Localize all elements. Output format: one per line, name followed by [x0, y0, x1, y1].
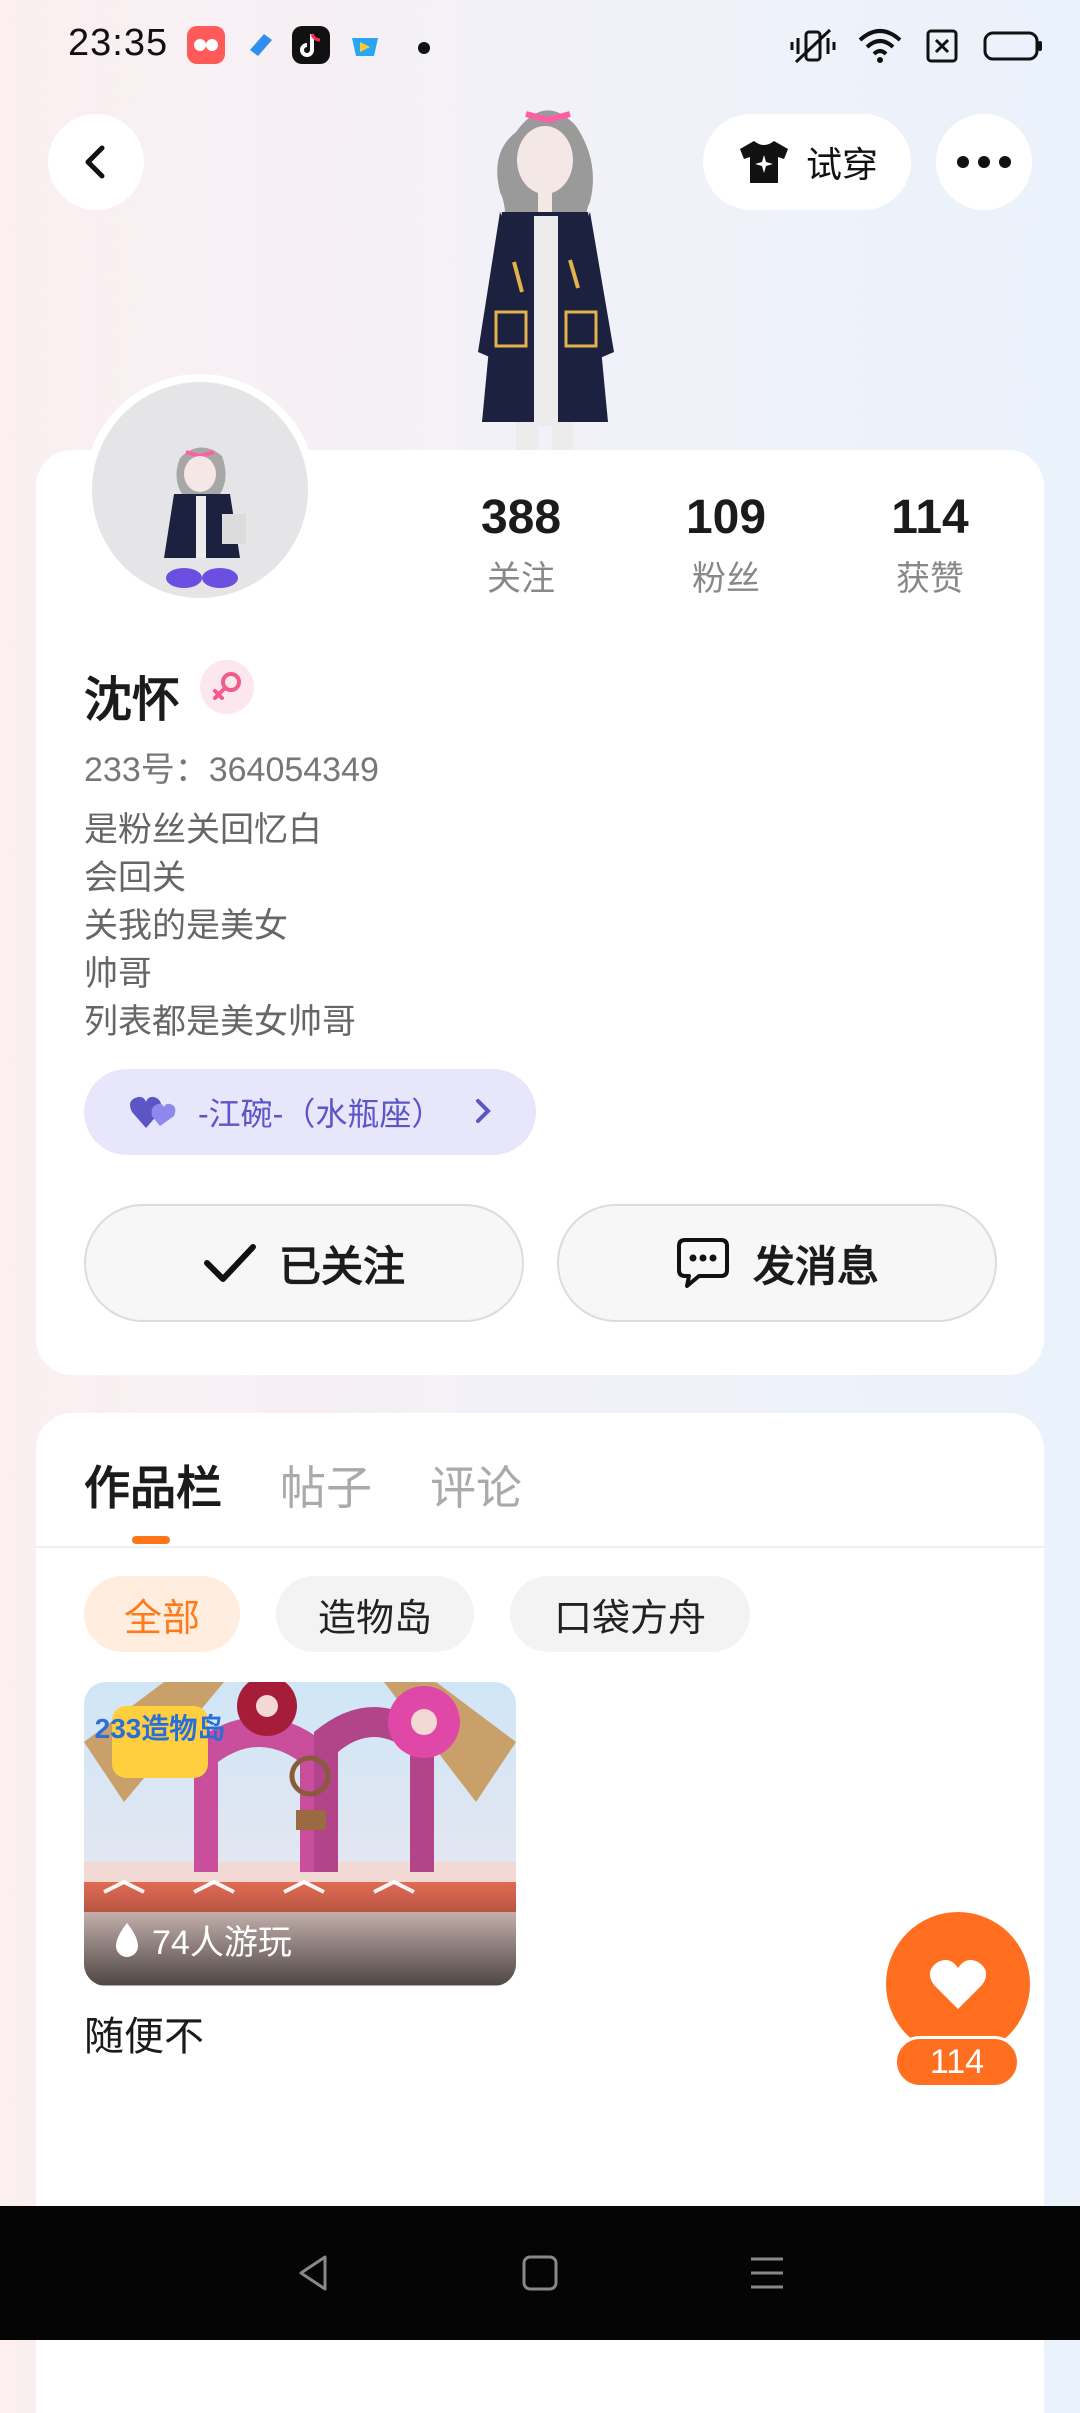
checkmark-icon — [203, 1244, 256, 1282]
bio-line: 帅哥 — [84, 955, 152, 993]
following-button[interactable]: 已关注 — [84, 1204, 524, 1322]
female-gender-icon — [200, 660, 254, 714]
stat-value: 388 — [480, 491, 562, 544]
bio: 是粉丝关回忆白 会回关 关我的是美女 帅哥 列表都是美女帅哥 — [84, 806, 356, 1046]
tiktok-icon — [292, 26, 330, 64]
friend-tag-label: -江碗-（水瓶座） — [198, 1096, 444, 1132]
more-dots-icon — [957, 156, 1011, 168]
active-tab-indicator — [132, 1536, 170, 1544]
nav-recents-icon[interactable] — [747, 2253, 787, 2293]
wifi-icon — [858, 29, 902, 63]
nickname: 沈怀 — [84, 674, 181, 727]
avatar-character-figure[interactable] — [430, 92, 660, 452]
status-bar: 23:35 — [0, 0, 1080, 96]
message-button[interactable]: 发消息 — [557, 1204, 997, 1322]
stat-likes[interactable]: 114 获赞 — [840, 490, 1020, 600]
vibrate-icon — [790, 28, 836, 64]
user-id: 233号：364054349 — [84, 751, 379, 789]
like-button[interactable] — [886, 1912, 1030, 2056]
stat-value: 109 — [685, 491, 767, 544]
game-logo-text: 233造物岛 — [95, 1712, 226, 1744]
nav-back-icon[interactable] — [293, 2253, 333, 2293]
chat-bubble-icon — [676, 1238, 729, 1288]
chip-all[interactable]: 全部 — [84, 1576, 240, 1652]
stat-value: 114 — [891, 491, 969, 544]
bio-line: 关我的是美女 — [84, 907, 288, 945]
tab-posts[interactable]: 帖子 — [280, 1452, 372, 1518]
stat-label: 关注 — [487, 560, 555, 598]
try-on-button[interactable]: 试穿 — [703, 114, 911, 210]
bio-line: 是粉丝关回忆白 — [84, 811, 322, 849]
stat-label: 粉丝 — [692, 560, 760, 598]
message-label: 发消息 — [752, 1242, 879, 1290]
following-label: 已关注 — [278, 1242, 405, 1290]
battery-icon — [983, 31, 1042, 61]
work-title[interactable]: 随便不 — [84, 2004, 204, 2062]
double-heart-icon — [130, 1096, 176, 1128]
avatar[interactable] — [84, 374, 316, 606]
more-button[interactable] — [936, 114, 1032, 210]
play-count: 74人游玩 — [112, 1915, 292, 1964]
stat-following[interactable]: 388 关注 — [431, 490, 611, 600]
back-arrow-icon — [85, 145, 105, 179]
play-count-label: 74人游玩 — [152, 1924, 292, 1962]
work-card-thumbnail[interactable]: 233造物岛 74人游玩 — [84, 1682, 516, 1986]
flame-icon — [116, 1922, 138, 1957]
bio-line: 列表都是美女帅哥 — [84, 1003, 356, 1041]
app-icon-blue — [242, 26, 280, 64]
tab-works[interactable]: 作品栏 — [84, 1452, 222, 1518]
system-icons — [790, 24, 1044, 68]
back-button[interactable] — [48, 114, 144, 210]
sim-off-icon — [926, 29, 958, 63]
tab-divider — [36, 1546, 1044, 1548]
status-time: 23:35 — [68, 22, 169, 64]
app-icon-pink — [187, 26, 225, 64]
chip-creation-island[interactable]: 造物岛 — [276, 1576, 474, 1652]
system-nav-bar — [0, 2206, 1080, 2340]
app-icon-video — [346, 26, 384, 64]
try-on-label: 试穿 — [805, 144, 878, 185]
stat-label: 获赞 — [896, 560, 964, 598]
stat-fans[interactable]: 109 粉丝 — [636, 490, 816, 600]
tshirt-icon — [739, 141, 788, 183]
heart-icon — [929, 1960, 987, 2009]
tab-comments[interactable]: 评论 — [430, 1452, 522, 1518]
nav-home-icon[interactable] — [520, 2253, 560, 2293]
chip-pocket-ark[interactable]: 口袋方舟 — [510, 1576, 750, 1652]
avatar-figure-icon — [164, 447, 246, 588]
bio-line: 会回关 — [84, 859, 186, 897]
notification-dot — [418, 42, 430, 54]
like-count-badge: 114 — [894, 2036, 1020, 2088]
friend-tag-button[interactable]: -江碗-（水瓶座） — [84, 1069, 536, 1155]
chevron-right-icon — [476, 1099, 491, 1123]
